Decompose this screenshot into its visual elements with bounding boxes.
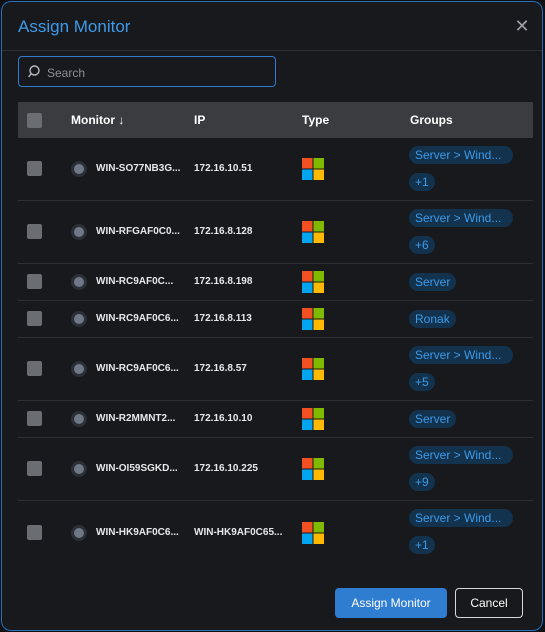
windows-icon <box>302 358 324 380</box>
monitor-ip: 172.16.10.10 <box>194 413 253 424</box>
monitor-ip: 172.16.10.51 <box>194 163 253 174</box>
group-tag[interactable]: Server > Wind... <box>409 509 513 527</box>
status-indicator <box>71 311 87 327</box>
monitor-ip: 172.16.8.198 <box>194 276 253 287</box>
status-indicator <box>71 161 87 177</box>
table-row[interactable]: WIN-RC9AF0C... 172.16.8.198 Server <box>18 264 533 301</box>
dialog-footer: Assign Monitor Cancel <box>2 562 542 630</box>
group-tag[interactable]: Server > Wind... <box>409 209 513 227</box>
monitor-ip: 172.16.8.113 <box>194 313 252 324</box>
monitor-ip: 172.16.8.57 <box>194 363 247 374</box>
select-all-checkbox[interactable] <box>27 113 42 128</box>
windows-icon <box>302 308 324 330</box>
row-checkbox[interactable] <box>27 461 42 476</box>
monitor-name[interactable]: WIN-RC9AF0C... <box>96 276 173 287</box>
column-header-groups: Groups <box>410 113 453 127</box>
row-checkbox[interactable] <box>27 525 42 540</box>
row-checkbox[interactable] <box>27 274 42 289</box>
monitor-name[interactable]: WIN-RC9AF0C6... <box>96 363 179 374</box>
column-header-type: Type <box>302 113 330 127</box>
table-body: WIN-SO77NB3G... 172.16.10.51 Server > Wind… <box>18 138 533 558</box>
table-row[interactable]: WIN-RC9AF0C6... 172.16.8.113 Ronak <box>18 301 533 338</box>
monitor-ip: WIN-HK9AF0C65... <box>194 527 283 538</box>
dialog-header: Assign Monitor ✕ <box>2 2 542 51</box>
status-indicator <box>71 361 87 377</box>
assign-monitor-dialog: Assign Monitor ✕ Monitor ↓ IP Type Group… <box>1 1 543 631</box>
table-row[interactable]: WIN-OI59SGKD... 172.16.10.225 Server > Win… <box>18 438 533 501</box>
table-row[interactable]: WIN-RFGAF0C0... 172.16.8.128 Server > Wind… <box>18 201 533 264</box>
row-checkbox[interactable] <box>27 411 42 426</box>
search-input[interactable] <box>45 62 269 84</box>
windows-icon <box>302 408 324 430</box>
more-groups-badge[interactable]: +1 <box>409 536 435 554</box>
row-checkbox[interactable] <box>27 161 42 176</box>
column-header-ip: IP <box>194 113 206 127</box>
monitor-name[interactable]: WIN-RC9AF0C6... <box>96 313 179 324</box>
windows-icon <box>302 221 324 243</box>
monitor-name[interactable]: WIN-OI59SGKD... <box>96 463 178 474</box>
table-row[interactable]: WIN-R2MMNT2... 172.16.10.10 Server <box>18 401 533 438</box>
search-box[interactable] <box>18 56 276 87</box>
group-tag[interactable]: Ronak <box>409 310 456 328</box>
monitor-name[interactable]: WIN-HK9AF0C6... <box>96 527 179 538</box>
monitor-ip: 172.16.10.225 <box>194 463 258 474</box>
search-icon <box>28 65 40 78</box>
status-indicator <box>71 461 87 477</box>
windows-icon <box>302 458 324 480</box>
status-indicator <box>71 411 87 427</box>
row-checkbox[interactable] <box>27 224 42 239</box>
more-groups-badge[interactable]: +6 <box>409 236 435 254</box>
more-groups-badge[interactable]: +1 <box>409 173 435 191</box>
group-tag[interactable]: Server <box>409 410 457 428</box>
row-checkbox[interactable] <box>27 361 42 376</box>
cancel-button[interactable]: Cancel <box>455 588 523 618</box>
windows-icon <box>302 522 324 544</box>
group-tag[interactable]: Server > Wind... <box>409 146 513 164</box>
monitor-table: Monitor ↓ IP Type Groups WIN-SO77NB3G...… <box>18 102 533 558</box>
close-icon[interactable]: ✕ <box>512 16 532 36</box>
monitor-name[interactable]: WIN-R2MMNT2... <box>96 413 175 424</box>
monitor-name[interactable]: WIN-RFGAF0C0... <box>96 226 180 237</box>
group-tag[interactable]: Server <box>409 273 457 291</box>
windows-icon <box>302 158 324 180</box>
windows-icon <box>302 271 324 293</box>
status-indicator <box>71 274 87 290</box>
group-tag[interactable]: Server > Wind... <box>409 346 513 364</box>
dialog-title: Assign Monitor <box>18 17 131 36</box>
table-row[interactable]: WIN-HK9AF0C6... WIN-HK9AF0C65... Server > … <box>18 501 533 558</box>
status-indicator <box>71 525 87 541</box>
more-groups-badge[interactable]: +9 <box>409 473 435 491</box>
monitor-name[interactable]: WIN-SO77NB3G... <box>96 163 180 174</box>
row-checkbox[interactable] <box>27 311 42 326</box>
table-header: Monitor ↓ IP Type Groups <box>18 102 533 138</box>
monitor-ip: 172.16.8.128 <box>194 226 253 237</box>
table-row[interactable]: WIN-RC9AF0C6... 172.16.8.57 Server > Wind.… <box>18 338 533 401</box>
more-groups-badge[interactable]: +5 <box>409 373 435 391</box>
status-indicator <box>71 224 87 240</box>
group-tag[interactable]: Server > Wind... <box>409 446 513 464</box>
column-header-monitor[interactable]: Monitor ↓ <box>71 113 124 127</box>
table-row[interactable]: WIN-SO77NB3G... 172.16.10.51 Server > Wind… <box>18 138 533 201</box>
assign-monitor-button[interactable]: Assign Monitor <box>335 588 447 618</box>
